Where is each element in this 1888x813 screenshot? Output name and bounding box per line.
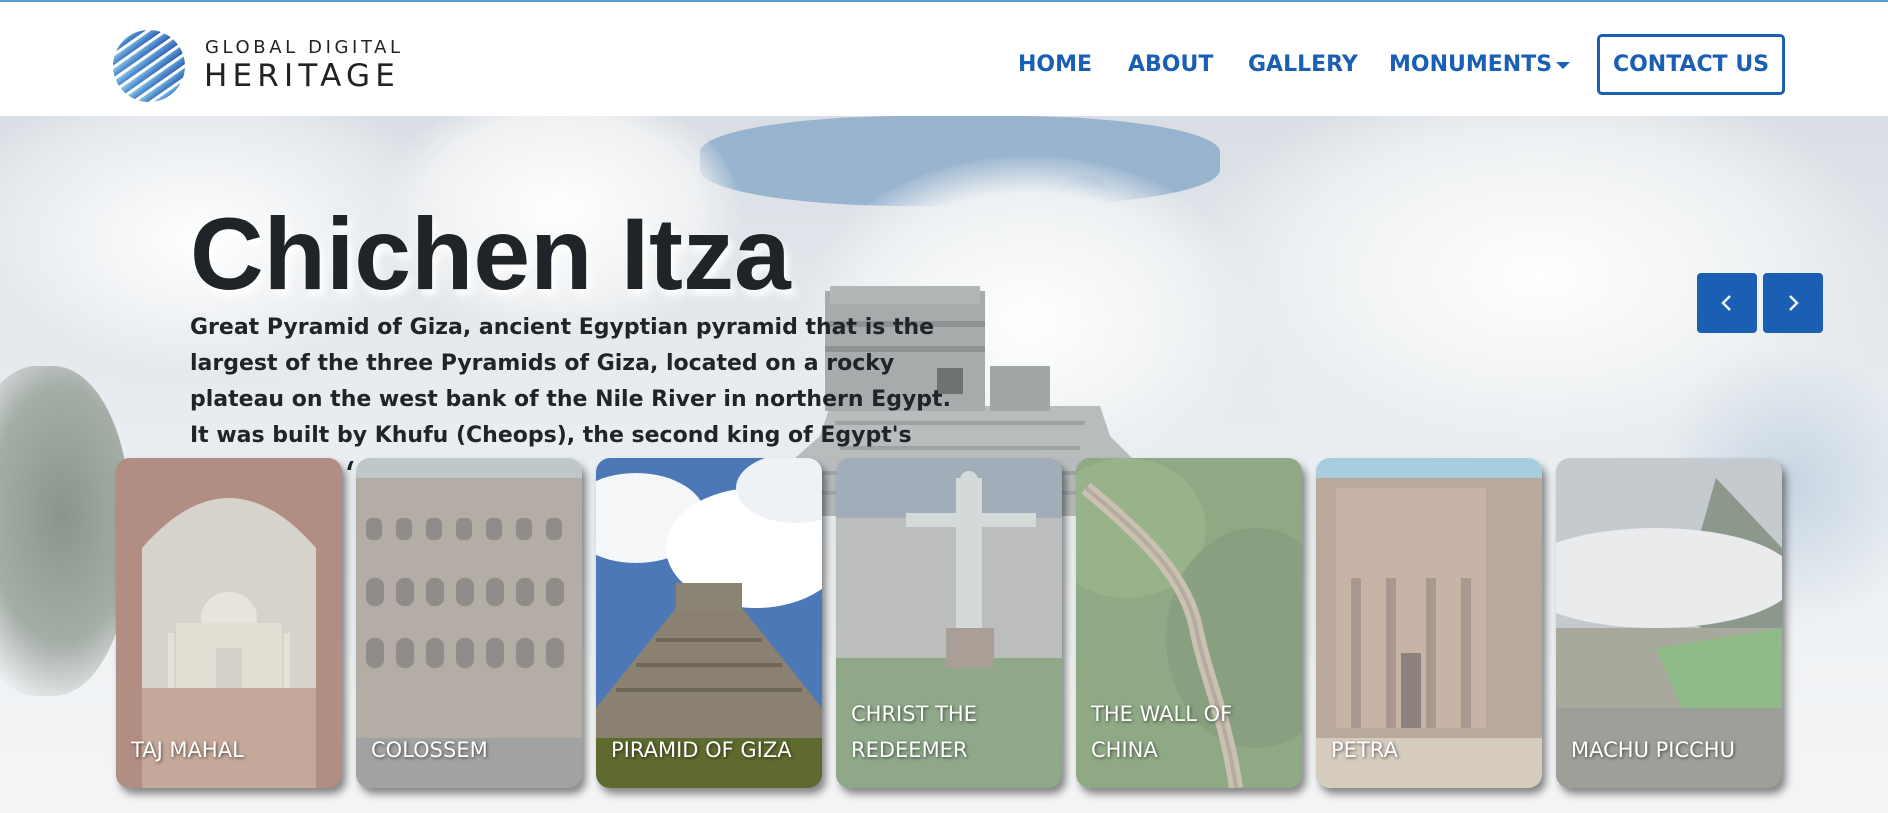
- card-taj-mahal[interactable]: TAJ MAHAL: [116, 458, 342, 788]
- card-label: THE WALL OF CHINA: [1091, 702, 1233, 762]
- nav-gallery[interactable]: GALLERY: [1248, 52, 1358, 77]
- brand-name-top: GLOBAL DIGITAL: [205, 37, 404, 58]
- card-machu-picchu[interactable]: MACHU PICCHU: [1556, 458, 1782, 788]
- next-slide-button[interactable]: [1763, 273, 1823, 333]
- card-label: CHRIST THE REDEEMER: [851, 702, 977, 762]
- nav-home[interactable]: HOME: [1018, 52, 1092, 77]
- logo-globe-icon[interactable]: [111, 28, 187, 104]
- card-christ-the-redeemer[interactable]: CHRIST THE REDEEMER: [836, 458, 1062, 788]
- chevron-left-icon: [1721, 295, 1731, 311]
- card-label: PETRA: [1331, 738, 1398, 762]
- card-petra[interactable]: PETRA: [1316, 458, 1542, 788]
- card-label: MACHU PICCHU: [1571, 738, 1735, 762]
- chevron-right-icon: [1789, 295, 1799, 311]
- card-wall-of-china[interactable]: THE WALL OF CHINA: [1076, 458, 1302, 788]
- contact-us-button[interactable]: CONTACT US: [1597, 34, 1785, 95]
- hero-slider: Chichen Itza Great Pyramid of Giza, anci…: [0, 116, 1888, 813]
- slide-title: Chichen Itza: [190, 197, 791, 311]
- card-label: COLOSSEM: [371, 738, 488, 762]
- site-header: GLOBAL DIGITAL HERITAGE HOME ABOUT GALLE…: [0, 2, 1888, 116]
- caret-down-icon[interactable]: [1556, 62, 1570, 69]
- card-label: TAJ MAHAL: [131, 738, 244, 762]
- prev-slide-button[interactable]: [1697, 273, 1757, 333]
- brand-name-bottom: HERITAGE: [204, 58, 400, 94]
- nav-monuments-dropdown[interactable]: MONUMENTS: [1389, 52, 1552, 77]
- card-piramid-of-giza[interactable]: PIRAMID OF GIZA: [596, 458, 822, 788]
- card-label: PIRAMID OF GIZA: [611, 738, 792, 762]
- card-colossem[interactable]: COLOSSEM: [356, 458, 582, 788]
- nav-about[interactable]: ABOUT: [1128, 52, 1213, 77]
- slide-description: Great Pyramid of Giza, ancient Egyptian …: [190, 315, 951, 470]
